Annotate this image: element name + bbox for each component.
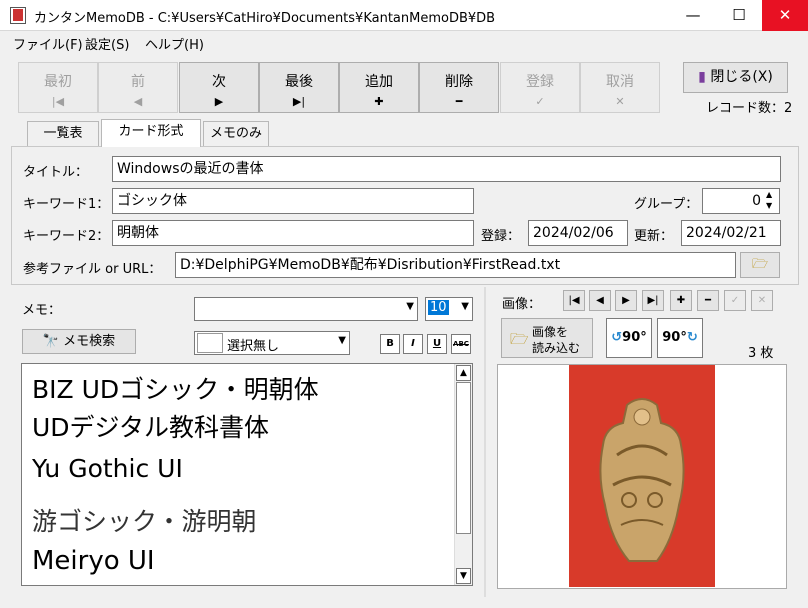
image-cancel-button[interactable]: ✕: [751, 290, 773, 311]
load-image-button[interactable]: 🗁 画像を 読み込む: [501, 318, 593, 358]
image-register-button[interactable]: ✓: [724, 290, 746, 311]
keyword1-field[interactable]: ゴシック体: [112, 188, 474, 214]
first-button[interactable]: 最初 |◀: [18, 62, 98, 113]
close-window-button[interactable]: ✕: [762, 0, 808, 31]
minus-icon: ━: [455, 95, 463, 108]
title-field[interactable]: Windowsの最近の書体: [112, 156, 781, 182]
title-label: タイトル：: [23, 165, 89, 180]
chevron-down-icon: ▼: [406, 301, 414, 312]
memo-line: UDデジタル教科書体: [32, 413, 270, 442]
cancel-icon: ✕: [615, 95, 625, 108]
next-button[interactable]: 次 ▶: [179, 62, 259, 113]
menu-help[interactable]: ヘルプ(H): [145, 34, 204, 53]
underline-button[interactable]: U: [427, 334, 447, 354]
keyword2-label: キーワード2：: [23, 229, 110, 244]
cancel-button[interactable]: 取消 ✕: [580, 62, 660, 113]
add-button[interactable]: 追加 ✚: [339, 62, 419, 113]
last-icon: ▶|: [292, 95, 306, 108]
image-count: 3 枚: [748, 346, 774, 361]
record-count: レコード数：2: [706, 101, 793, 116]
delete-button[interactable]: 削除 ━: [419, 62, 499, 113]
menu-file[interactable]: ファイル(F): [13, 34, 83, 53]
image-prev-button[interactable]: ◀: [589, 290, 611, 311]
group-label: グループ：: [634, 197, 699, 212]
color-select[interactable]: 選択無し ▼: [194, 331, 350, 355]
scroll-down-icon[interactable]: ▼: [456, 568, 471, 584]
window-title: カンタンMemoDB - C:¥Users¥CatHiro¥Documents¥…: [34, 11, 496, 26]
memo-label: メモ：: [22, 303, 62, 318]
check-icon: ✓: [535, 95, 545, 108]
color-swatch: [197, 333, 223, 353]
folder-icon: 🗁: [510, 330, 529, 348]
first-icon: |◀: [51, 95, 65, 108]
tab-list[interactable]: 一覧表: [27, 121, 99, 146]
open-folder-button[interactable]: 🗁: [740, 252, 780, 278]
scroll-thumb[interactable]: [456, 382, 471, 534]
image-first-button[interactable]: |◀: [563, 290, 585, 311]
image-delete-button[interactable]: ━: [697, 290, 719, 311]
keyword2-field[interactable]: 明朝体: [112, 220, 474, 246]
updated-date: 2024/02/21: [681, 220, 781, 246]
registered-label: 登録：: [481, 229, 521, 244]
memo-textarea[interactable]: BIZ UDゴシック・明朝体 UDデジタル教科書体 Yu Gothic UI 游…: [21, 363, 473, 586]
image-add-button[interactable]: ✚: [670, 290, 692, 311]
tab-card[interactable]: カード形式: [101, 119, 201, 147]
pottery-photo: [569, 365, 715, 587]
menu-settings[interactable]: 設定(S): [85, 34, 129, 53]
image-next-button[interactable]: ▶: [615, 290, 637, 311]
memo-line: Yu Gothic UI: [32, 454, 183, 483]
registered-date: 2024/02/06: [528, 220, 628, 246]
rotate-left-button[interactable]: ↺90°: [606, 318, 652, 358]
font-select[interactable]: ▼: [194, 297, 418, 321]
memo-scrollbar[interactable]: ▲ ▼: [454, 364, 472, 585]
image-label: 画像：: [502, 297, 542, 312]
group-spinner[interactable]: ▲ ▼: [766, 189, 772, 211]
prev-button[interactable]: 前 ◀: [98, 62, 178, 113]
keyword1-label: キーワード1：: [23, 197, 110, 212]
reference-field[interactable]: D:¥DelphiPG¥MemoDB¥配布¥Disribution¥FirstR…: [175, 252, 736, 278]
last-button[interactable]: 最後 ▶|: [259, 62, 339, 113]
binoculars-icon: 🔭: [42, 334, 60, 349]
rotate-left-icon: ↺: [611, 330, 623, 345]
rotate-right-button[interactable]: 90°↻: [657, 318, 703, 358]
folder-icon: 🗁: [751, 257, 769, 272]
bold-button[interactable]: B: [380, 334, 400, 354]
jar-image: [599, 398, 685, 562]
reference-label: 参考ファイル or URL：: [23, 262, 162, 277]
italic-button[interactable]: I: [403, 334, 423, 354]
plus-icon: ✚: [374, 95, 384, 108]
door-icon: ▮: [698, 69, 706, 85]
memo-line: 游ゴシック・游明朝: [32, 507, 257, 536]
tab-memo-only[interactable]: メモのみ: [203, 121, 269, 146]
updated-label: 更新：: [634, 229, 674, 244]
app-icon: [10, 7, 26, 24]
close-button[interactable]: ▮ 閉じる(X): [683, 62, 788, 93]
rotate-right-icon: ↻: [686, 330, 698, 345]
chevron-down-icon: ▼: [338, 335, 346, 346]
memo-search-button[interactable]: 🔭 メモ検索: [22, 329, 136, 354]
memo-line: BIZ UDゴシック・明朝体: [32, 375, 319, 404]
font-size-select[interactable]: 10 ▼: [425, 297, 473, 321]
minimize-button[interactable]: —: [670, 0, 716, 31]
scroll-up-icon[interactable]: ▲: [456, 365, 471, 381]
memo-line: Meiryo UI: [32, 546, 155, 576]
prev-icon: ◀: [133, 95, 143, 108]
chevron-down-icon: ▼: [461, 301, 469, 312]
next-icon: ▶: [214, 95, 224, 108]
register-button[interactable]: 登録 ✓: [500, 62, 580, 113]
maximize-button[interactable]: ☐: [716, 0, 762, 31]
pane-divider[interactable]: [484, 287, 486, 597]
image-last-button[interactable]: ▶|: [642, 290, 664, 311]
strikethrough-button[interactable]: ABC: [451, 334, 471, 354]
